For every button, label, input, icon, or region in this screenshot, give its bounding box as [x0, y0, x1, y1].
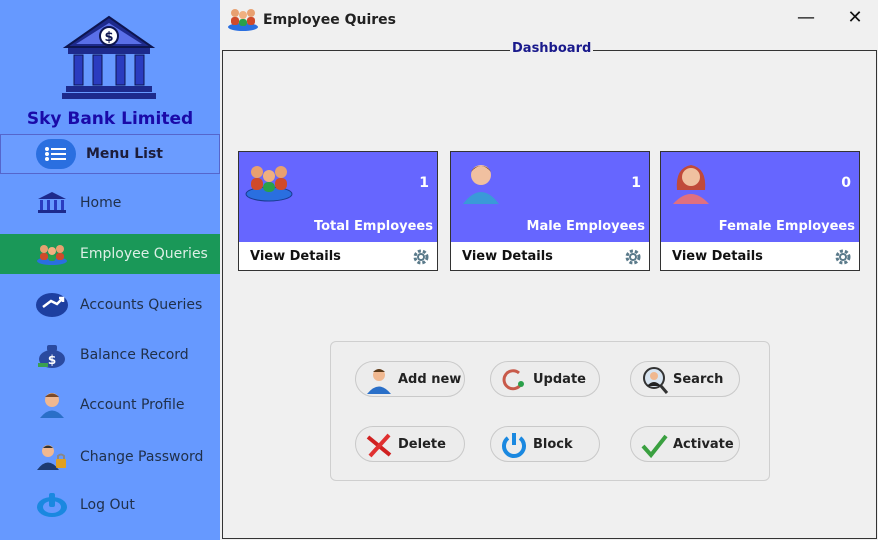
dashboard-legend: Dashboard: [510, 41, 594, 56]
accounts-icon: [34, 288, 70, 322]
search-button[interactable]: Search: [630, 361, 740, 397]
list-icon: [36, 139, 76, 169]
actions-panel: Add new Update Search Delete Block Activ…: [330, 341, 770, 481]
delete-cross-icon: [366, 433, 392, 458]
sidebar-item-label: Account Profile: [80, 397, 185, 413]
employees-icon: [34, 237, 70, 271]
activate-label: Activate: [673, 437, 734, 452]
view-details-link[interactable]: View Details: [672, 249, 763, 264]
update-button[interactable]: Update: [490, 361, 600, 397]
block-label: Block: [533, 437, 573, 452]
employees-icon: [245, 166, 293, 202]
delete-button[interactable]: Delete: [355, 426, 465, 462]
money-bag-icon: $: [34, 338, 70, 372]
sidebar-item-label: Log Out: [80, 497, 135, 513]
svg-text:$: $: [48, 353, 56, 367]
title-bar: Employee Quires — ✕: [220, 0, 878, 40]
card-total-employees: 1 Total Employees View Details: [238, 151, 438, 271]
sidebar-item-label: Employee Queries: [80, 246, 208, 262]
card-male-employees: 1 Male Employees View Details: [450, 151, 650, 271]
search-user-icon: [643, 367, 669, 394]
search-label: Search: [673, 372, 724, 387]
app-window: $ Sky Bank Limited Menu List Home Employ…: [0, 0, 878, 540]
sidebar-item-label: Accounts Queries: [80, 297, 203, 313]
refresh-icon: [502, 369, 524, 391]
checkmark-icon: [641, 434, 668, 459]
bank-icon: [34, 186, 70, 220]
view-details-link[interactable]: View Details: [462, 249, 553, 264]
gear-icon[interactable]: [411, 248, 431, 266]
female-user-icon: [673, 165, 709, 204]
sidebar-item-log-out[interactable]: Log Out: [0, 485, 220, 525]
gear-icon[interactable]: [833, 248, 853, 266]
card-title: Female Employees: [718, 219, 855, 234]
card-header: 1 Male Employees: [451, 152, 649, 242]
sidebar-item-label: Balance Record: [80, 347, 189, 363]
employees-icon: [228, 9, 258, 31]
male-employees-count: 1: [631, 175, 641, 191]
add-new-label: Add new: [398, 372, 462, 387]
card-title: Male Employees: [526, 219, 645, 234]
update-label: Update: [533, 372, 586, 387]
sidebar-item-account-profile[interactable]: Account Profile: [0, 385, 220, 425]
add-user-icon: [367, 369, 391, 394]
male-user-icon: [463, 165, 499, 204]
sidebar-item-balance-record[interactable]: $ Balance Record: [0, 335, 220, 375]
window-title: Employee Quires: [263, 12, 396, 28]
total-employees-count: 1: [419, 175, 429, 191]
bank-name: Sky Bank Limited: [26, 109, 194, 129]
gear-icon[interactable]: [623, 248, 643, 266]
user-lock-icon: [34, 440, 70, 474]
minimize-button[interactable]: —: [794, 8, 818, 30]
block-button[interactable]: Block: [490, 426, 600, 462]
close-button[interactable]: ✕: [843, 8, 867, 30]
delete-label: Delete: [398, 437, 446, 452]
menu-list-header[interactable]: Menu List: [0, 134, 220, 174]
sidebar-item-label: Change Password: [80, 449, 204, 465]
sidebar: $ Sky Bank Limited Menu List Home Employ…: [0, 0, 220, 540]
menu-list-label: Menu List: [86, 146, 163, 162]
sidebar-item-label: Home: [80, 195, 122, 211]
power-icon: [34, 488, 70, 522]
view-details-link[interactable]: View Details: [250, 249, 341, 264]
card-title: Total Employees: [313, 219, 433, 234]
sidebar-item-change-password[interactable]: Change Password: [0, 437, 220, 477]
activate-button[interactable]: Activate: [630, 426, 740, 462]
user-icon: [34, 388, 70, 422]
svg-text:$: $: [104, 30, 113, 45]
sidebar-item-employee-queries[interactable]: Employee Queries: [0, 234, 220, 274]
card-header: 0 Female Employees: [661, 152, 859, 242]
card-female-employees: 0 Female Employees View Details: [660, 151, 860, 271]
add-new-button[interactable]: Add new: [355, 361, 465, 397]
sidebar-item-accounts-queries[interactable]: Accounts Queries: [0, 285, 220, 325]
card-header: 1 Total Employees: [239, 152, 437, 242]
sidebar-item-home[interactable]: Home: [0, 183, 220, 223]
bank-logo-icon: $: [62, 15, 156, 99]
female-employees-count: 0: [841, 175, 851, 191]
power-icon: [502, 433, 526, 458]
